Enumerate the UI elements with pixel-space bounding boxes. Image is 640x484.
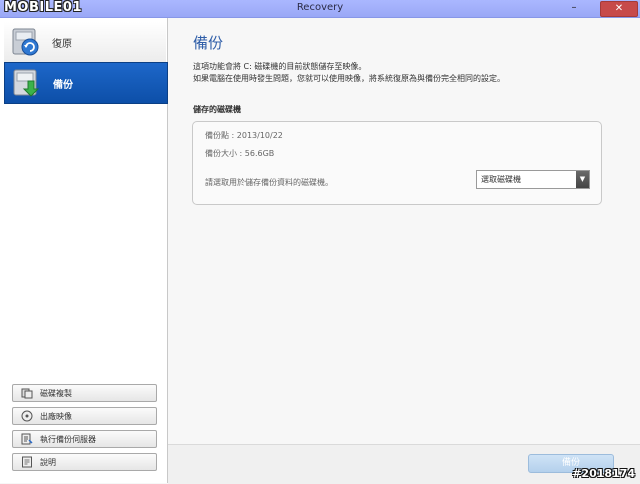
nav-item-label: 復原 — [52, 38, 72, 50]
watermark: #2018174 — [572, 467, 635, 480]
window-title: Recovery — [296, 2, 344, 13]
main-panel: 備份 這項功能會將 C: 磁碟機的目前狀態儲存至映像。 如果電腦在使用時發生問題… — [168, 18, 640, 484]
backup-size-text: 備份大小 : 56.6GB — [205, 149, 275, 158]
factory-image-icon — [21, 410, 33, 422]
footer-bar: 備份 — [168, 444, 640, 484]
nav-item-restore[interactable]: 復原 — [4, 22, 166, 63]
sidebar: 復原 備份 磁碟複製 出廠映像 執行備份伺服器 說明 — [0, 18, 168, 483]
disk-copy-button[interactable]: 磁碟複製 — [12, 384, 157, 402]
backup-server-icon — [21, 433, 33, 445]
close-button[interactable]: ✕ — [600, 1, 638, 17]
factory-image-label: 出廠映像 — [40, 411, 72, 421]
section-title: 儲存的磁碟機 — [193, 105, 241, 114]
chevron-down-icon[interactable]: ▼ — [576, 171, 589, 188]
backup-server-label: 執行備份伺服器 — [40, 434, 96, 444]
description-line-1: 這項功能會將 C: 磁碟機的目前狀態儲存至映像。 — [193, 62, 367, 71]
backup-point-text: 備份點 : 2013/10/22 — [205, 131, 283, 140]
minimize-button[interactable]: – — [565, 1, 583, 15]
storage-drive-group: 備份點 : 2013/10/22 備份大小 : 56.6GB 請選取用於儲存備份… — [192, 121, 602, 205]
drive-select[interactable]: 選取磁碟機 ▼ — [476, 170, 590, 189]
disk-copy-icon — [21, 387, 33, 399]
help-label: 說明 — [40, 457, 56, 467]
help-button[interactable]: 說明 — [12, 453, 157, 471]
page-title: 備份 — [193, 34, 224, 52]
backup-disk-icon — [11, 68, 45, 98]
title-bar: MOBILE01 Recovery – ✕ — [0, 0, 640, 18]
nav-item-backup[interactable]: 備份 — [4, 62, 168, 104]
nav-item-label: 備份 — [53, 79, 73, 91]
restore-disk-icon — [10, 27, 44, 57]
backup-server-button[interactable]: 執行備份伺服器 — [12, 430, 157, 448]
help-icon — [21, 456, 33, 468]
factory-image-button[interactable]: 出廠映像 — [12, 407, 157, 425]
drive-select-value: 選取磁碟機 — [481, 175, 521, 184]
select-drive-prompt: 請選取用於儲存備份資料的磁碟機。 — [205, 178, 333, 187]
disk-copy-label: 磁碟複製 — [40, 388, 72, 398]
description-line-2: 如果電腦在使用時發生問題，您就可以使用映像，將系統復原為與備份完全相同的設定。 — [193, 74, 505, 83]
